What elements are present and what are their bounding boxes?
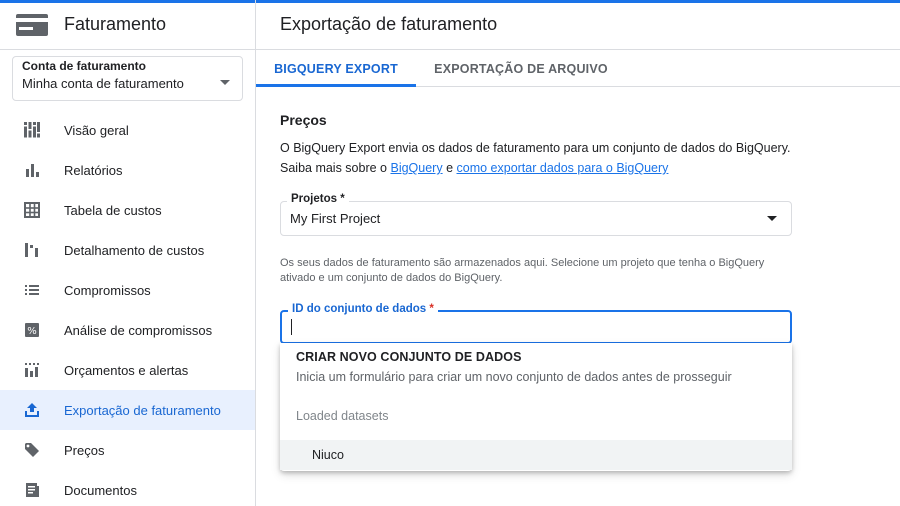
dataset-dropdown-menu: CRIAR NOVO CONJUNTO DE DADOS Inicia um f…	[280, 343, 792, 471]
required-mark: *	[429, 303, 434, 315]
project-select-label: Projetos *	[287, 193, 349, 205]
app-title: Faturamento	[64, 14, 167, 34]
sidebar-header: Faturamento	[0, 0, 255, 50]
sidebar-item-label: Detalhamento de custos	[64, 242, 205, 258]
overview-icon	[24, 122, 40, 138]
sidebar-item-label: Relatórios	[64, 162, 123, 178]
sidebar-item-label: Documentos	[64, 482, 137, 498]
sidebar-item-commitments[interactable]: Compromissos	[0, 270, 255, 310]
sidebar-item-cost-breakdown[interactable]: Detalhamento de custos	[0, 230, 255, 270]
breakdown-icon	[24, 242, 40, 258]
svg-text:%: %	[27, 326, 37, 337]
create-dataset-subtitle: Inicia um formulário para criar um novo …	[296, 370, 732, 384]
create-dataset-title: CRIAR NOVO CONJUNTO DE DADOS	[296, 350, 522, 364]
billing-card-icon	[16, 13, 48, 36]
tab-file-export[interactable]: EXPORTAÇÃO DE ARQUIVO	[416, 50, 626, 87]
page-title: Exportação de faturamento	[280, 14, 498, 34]
dataset-id-input[interactable]	[290, 318, 780, 338]
loaded-datasets-group-label: Loaded datasets	[296, 409, 389, 423]
description-and: e	[442, 161, 457, 175]
sidebar-item-label: Tabela de custos	[64, 202, 162, 218]
billing-account-value: Minha conta de faturamento	[22, 76, 184, 91]
dataset-id-field[interactable]: ID do conjunto de dados *	[280, 303, 792, 344]
chevron-down-icon	[220, 80, 230, 85]
project-select-value: My First Project	[290, 211, 381, 226]
sidebar: Faturamento Conta de faturamento Minha c…	[0, 0, 256, 506]
upload-icon	[24, 402, 40, 418]
list-icon	[24, 282, 40, 298]
sidebar-item-commitment-analysis[interactable]: % Análise de compromissos	[0, 310, 255, 350]
text-cursor	[291, 319, 292, 335]
sidebar-item-budgets[interactable]: Orçamentos e alertas	[0, 350, 255, 390]
sidebar-item-billing-export[interactable]: Exportação de faturamento	[0, 390, 255, 430]
sidebar-item-label: Compromissos	[64, 282, 151, 298]
sidebar-item-overview[interactable]: Visão geral	[0, 110, 255, 150]
sidebar-item-label: Análise de compromissos	[64, 322, 213, 338]
table-icon	[24, 202, 40, 218]
sidebar-item-reports[interactable]: Relatórios	[0, 150, 255, 190]
percent-icon: %	[24, 322, 40, 338]
tag-icon	[24, 442, 40, 458]
document-icon	[24, 482, 40, 498]
dataset-id-label-text: ID do conjunto de dados	[292, 303, 427, 315]
dropdown-arrow-icon	[767, 216, 777, 221]
section-title: Preços	[280, 112, 327, 128]
bar-chart-icon	[24, 162, 40, 178]
sidebar-item-documents[interactable]: Documentos	[0, 470, 255, 506]
tab-bar: BIGQUERY EXPORT EXPORTAÇÃO DE ARQUIVO	[256, 50, 900, 87]
tab-bigquery-export[interactable]: BIGQUERY EXPORT	[256, 50, 416, 87]
sidebar-item-label: Preços	[64, 442, 105, 458]
description: O BigQuery Export envia os dados de fatu…	[280, 138, 800, 178]
budget-icon	[24, 362, 40, 378]
dataset-id-label: ID do conjunto de dados *	[288, 303, 438, 315]
project-select[interactable]: Projetos * My First Project	[280, 193, 792, 236]
sidebar-item-label: Visão geral	[64, 122, 129, 138]
sidebar-item-label: Orçamentos e alertas	[64, 362, 189, 378]
export-form: Preços O BigQuery Export envia os dados …	[280, 112, 800, 344]
sidebar-item-cost-table[interactable]: Tabela de custos	[0, 190, 255, 230]
sidebar-item-pricing[interactable]: Preços	[0, 430, 255, 470]
bigquery-link[interactable]: BigQuery	[390, 161, 442, 175]
sidebar-nav: Visão geral Relatórios Tabela de custos …	[0, 110, 255, 506]
billing-account-select[interactable]: Conta de faturamento Minha conta de fatu…	[12, 56, 243, 101]
project-hint: Os seus dados de faturamento são armazen…	[280, 257, 765, 284]
dataset-option-niuco[interactable]: Niuco	[280, 440, 792, 470]
page-header: Exportação de faturamento	[256, 0, 900, 50]
export-docs-link[interactable]: como exportar dados para o BigQuery	[457, 161, 669, 175]
billing-account-label: Conta de faturamento	[22, 59, 147, 73]
create-dataset-option[interactable]: CRIAR NOVO CONJUNTO DE DADOS Inicia um f…	[296, 350, 732, 384]
sidebar-item-label: Exportação de faturamento	[64, 402, 221, 418]
